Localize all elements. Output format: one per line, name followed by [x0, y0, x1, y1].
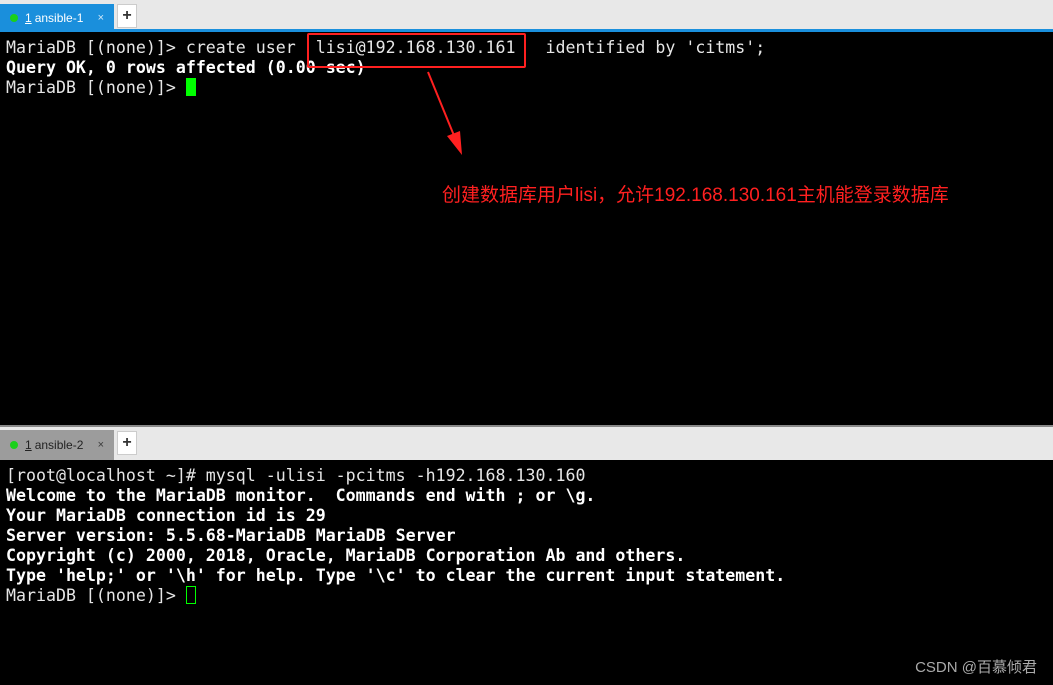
terminal-line-text: Welcome to the MariaDB monitor. Commands…	[6, 486, 596, 505]
terminal-line: Server version: 5.5.68-MariaDB MariaDB S…	[6, 526, 1053, 546]
terminal-line-text: Your MariaDB connection id is 29	[6, 506, 326, 525]
terminal-line-text: Server version: 5.5.68-MariaDB MariaDB S…	[6, 526, 456, 545]
new-tab-button[interactable]: +	[117, 431, 137, 455]
terminal-line-text: Type 'help;' or '\h' for help. Type '\c'…	[6, 566, 786, 585]
watermark: CSDN @百慕倾君	[915, 659, 1037, 676]
terminal-line-text: MariaDB [(none)]>	[6, 586, 186, 605]
terminal-line: Copyright (c) 2000, 2018, Oracle, MariaD…	[6, 546, 1053, 566]
annotation-text: 创建数据库用户lisi，允许192.168.130.161主机能登录数据库	[442, 185, 949, 206]
terminal-line: Type 'help;' or '\h' for help. Type '\c'…	[6, 566, 1053, 586]
bottom-tab-bar: 1 ansible-2 × +	[0, 427, 1053, 460]
tab-ansible-2[interactable]: 1 ansible-2 ×	[0, 430, 114, 460]
terminal-line: MariaDB [(none)]>	[6, 586, 1053, 606]
terminal-line: [root@localhost ~]# mysql -ulisi -pcitms…	[6, 466, 1053, 486]
terminal-line: Welcome to the MariaDB monitor. Commands…	[6, 486, 1053, 506]
connected-status-icon	[10, 441, 18, 449]
terminal-line: Your MariaDB connection id is 29	[6, 506, 1053, 526]
terminal-line-text: Copyright (c) 2000, 2018, Oracle, MariaD…	[6, 546, 686, 565]
close-tab-icon[interactable]: ×	[98, 439, 104, 451]
terminal-bottom[interactable]: [root@localhost ~]# mysql -ulisi -pcitms…	[0, 466, 1053, 685]
terminal-line-text: [root@localhost ~]# mysql -ulisi -pcitms…	[6, 466, 586, 485]
tab-label: ansible-2	[34, 438, 84, 452]
cursor	[185, 586, 196, 604]
